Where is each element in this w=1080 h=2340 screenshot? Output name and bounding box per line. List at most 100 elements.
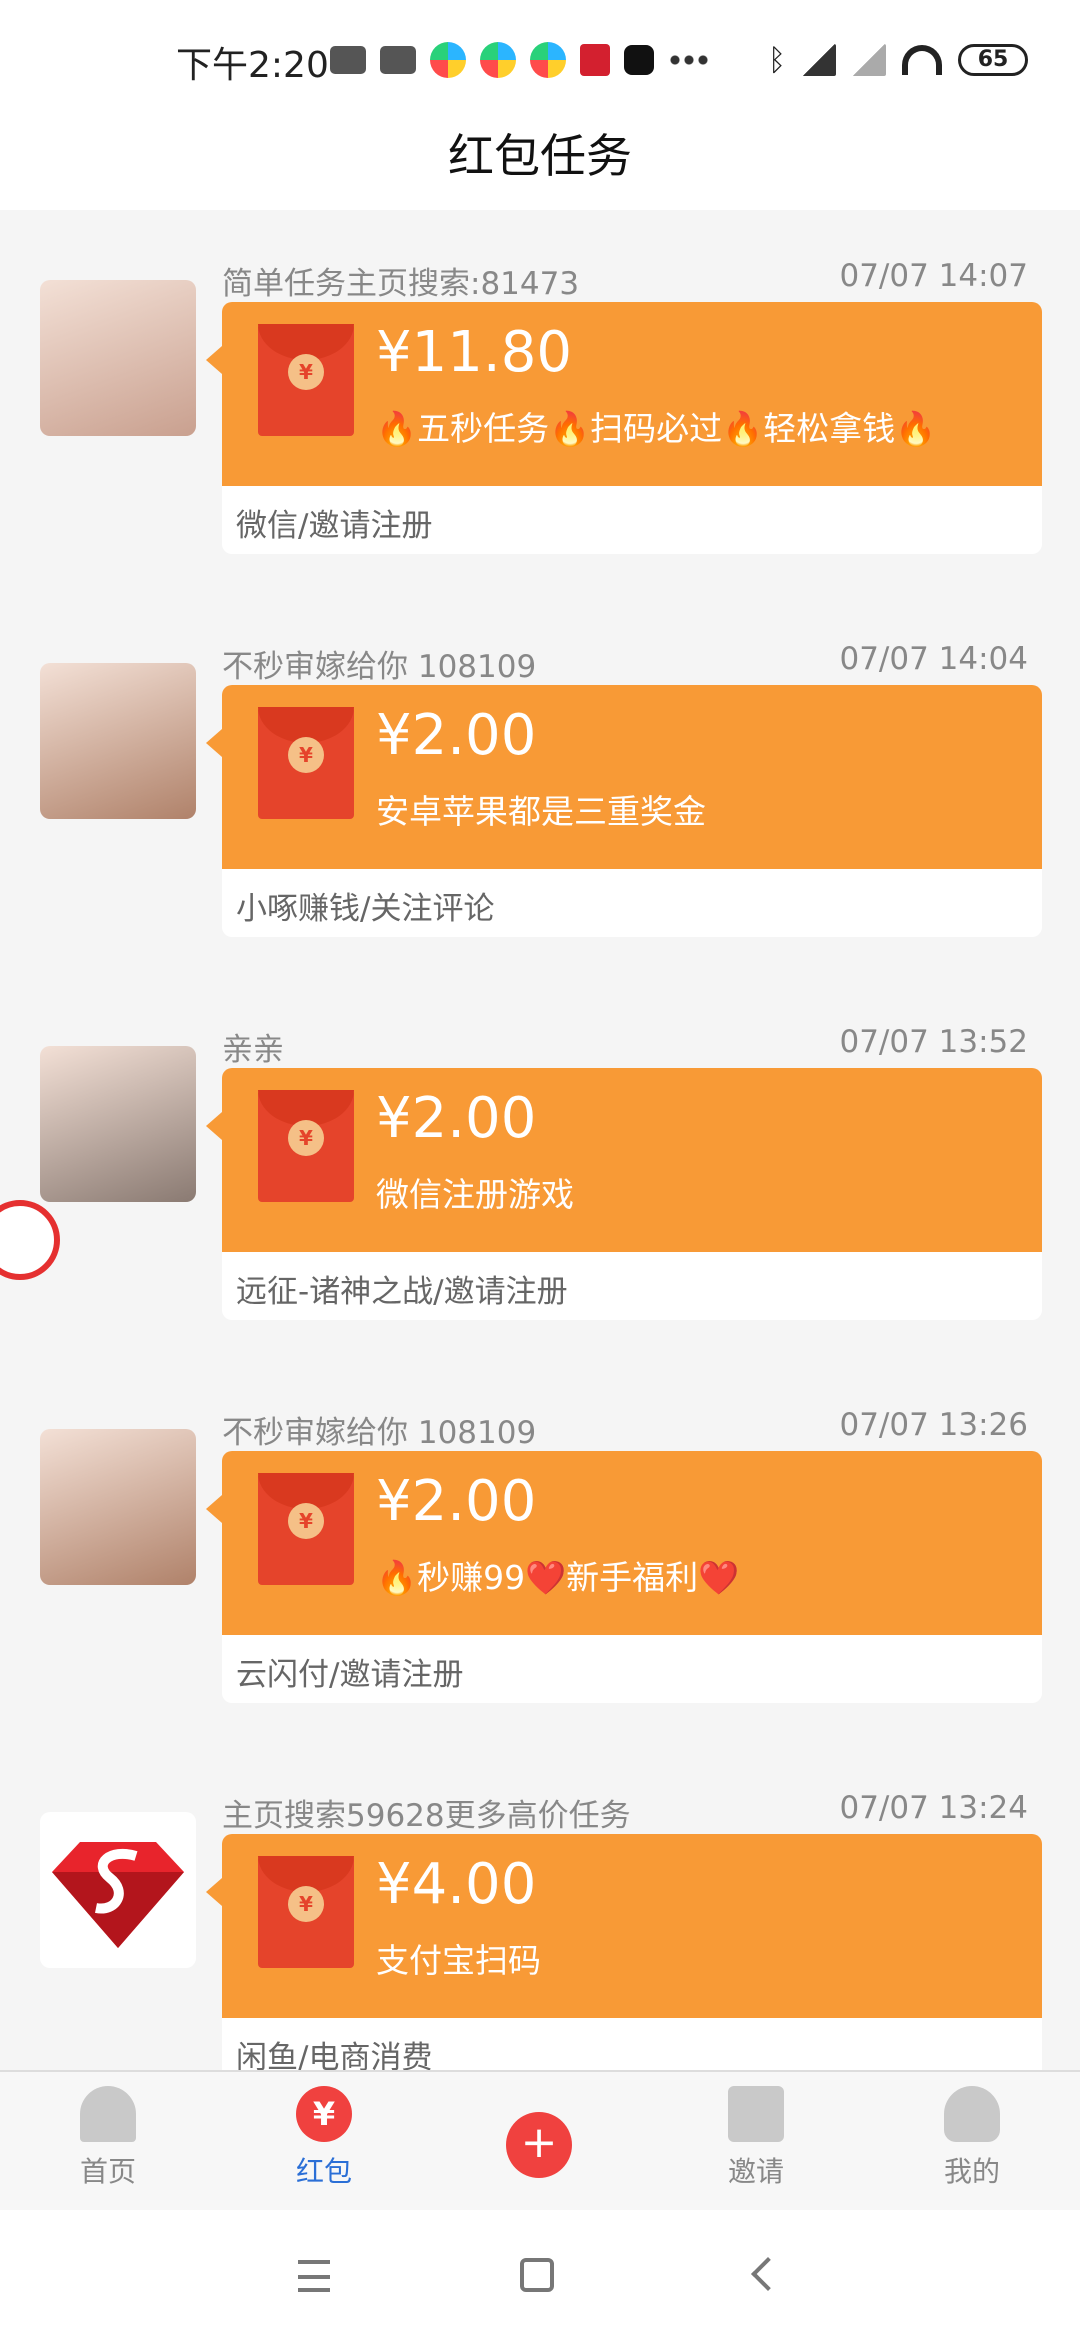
task-category: 微信/邀请注册 <box>236 508 433 544</box>
red-packet-icon: ¥ <box>296 2086 352 2142</box>
app-icon <box>480 42 516 78</box>
bubble-pointer <box>206 729 222 757</box>
app-icon <box>580 44 610 76</box>
reward-amount: ¥2.00 <box>376 1086 537 1151</box>
reward-amount: ¥2.00 <box>376 1469 537 1534</box>
signal-hd-icon <box>802 44 836 76</box>
red-packet-card[interactable]: ¥ ¥2.00 微信注册游戏 远征-诸神之战/邀请注册 <box>206 1068 1042 1320</box>
message-icon <box>380 46 416 74</box>
nav-invite-label: 邀请 <box>727 2155 784 2188</box>
ruby-logo-icon <box>52 1842 184 1948</box>
red-envelope-icon: ¥ <box>258 324 354 436</box>
task-item[interactable]: 不秒审嫁给你 108109 07/07 14:04 ¥ ¥2.00 安卓苹果都是… <box>0 593 1080 937</box>
task-feed[interactable]: 简单任务主页搜索:81473 07/07 14:07 ¥ ¥11.80 🔥五秒任… <box>0 210 1080 2070</box>
avatar-image <box>40 280 196 436</box>
system-indicators: ᛒ 65 <box>768 40 1028 80</box>
coin-icon: ¥ <box>288 1120 324 1156</box>
bubble-pointer <box>206 1495 222 1523</box>
notification-icons <box>330 40 708 80</box>
red-packet-banner: ¥ ¥11.80 🔥五秒任务🔥扫码必过🔥轻松拿钱🔥 <box>206 302 1042 486</box>
task-description: 微信注册游戏 <box>376 1175 574 1214</box>
system-nav-bar <box>0 2210 1080 2340</box>
post-time: 07/07 14:04 <box>839 641 1028 677</box>
task-item[interactable]: 简单任务主页搜索:81473 07/07 14:07 ¥ ¥11.80 🔥五秒任… <box>0 210 1080 554</box>
more-dots-icon <box>668 55 708 65</box>
coin-icon: ¥ <box>288 1886 324 1922</box>
task-description: 安卓苹果都是三重奖金 <box>376 792 706 831</box>
avatar[interactable] <box>40 1429 196 1585</box>
red-packet-card[interactable]: ¥ ¥2.00 🔥秒赚99❤️新手福利❤️ 云闪付/邀请注册 <box>206 1451 1042 1703</box>
bubble-pointer <box>206 1878 222 1906</box>
page-title: 红包任务 <box>448 129 632 183</box>
avatar[interactable] <box>40 663 196 819</box>
nav-redpacket[interactable]: ¥ 红包 <box>254 2086 394 2206</box>
post-time: 07/07 13:26 <box>839 1407 1028 1443</box>
app-icon <box>430 42 466 78</box>
red-envelope-icon: ¥ <box>258 1473 354 1585</box>
nav-invite[interactable]: 邀请 <box>686 2086 826 2206</box>
red-packet-banner: ¥ ¥2.00 安卓苹果都是三重奖金 <box>206 685 1042 869</box>
red-packet-banner: ¥ ¥4.00 支付宝扫码 <box>206 1834 1042 2018</box>
avatar-image <box>40 1046 196 1202</box>
bubble-pointer <box>206 1112 222 1140</box>
nav-home-label: 首页 <box>79 2155 136 2188</box>
publisher-name: 不秒审嫁给你 108109 <box>222 1415 537 1451</box>
publisher-name: 主页搜索59628更多高价任务 <box>222 1798 631 1834</box>
post-time: 07/07 13:52 <box>839 1024 1028 1060</box>
user-icon <box>944 2086 1000 2142</box>
home-icon <box>80 2086 136 2142</box>
avatar[interactable] <box>40 1812 196 1968</box>
menu-icon[interactable] <box>298 2260 330 2292</box>
add-task-button[interactable]: + <box>506 2112 572 2178</box>
publisher-name: 不秒审嫁给你 108109 <box>222 649 537 685</box>
reward-amount: ¥4.00 <box>376 1852 537 1917</box>
avatar-image <box>40 1429 196 1585</box>
reward-amount: ¥11.80 <box>376 320 572 385</box>
battery-icon: 65 <box>958 44 1028 76</box>
status-time: 下午2:20 <box>176 45 329 86</box>
publisher-name: 亲亲 <box>222 1032 284 1068</box>
task-description: 🔥秒赚99❤️新手福利❤️ <box>376 1558 740 1597</box>
nav-redpacket-label: 红包 <box>295 2155 352 2188</box>
bubble-pointer <box>206 346 222 374</box>
red-packet-banner: ¥ ¥2.00 🔥秒赚99❤️新手福利❤️ <box>206 1451 1042 1635</box>
red-envelope-icon: ¥ <box>258 707 354 819</box>
avatar[interactable] <box>40 1046 196 1202</box>
post-time: 07/07 13:24 <box>839 1790 1028 1826</box>
red-packet-card[interactable]: ¥ ¥4.00 支付宝扫码 闲鱼/电商消费 <box>206 1834 1042 2070</box>
task-item[interactable]: 主页搜索59628更多高价任务 07/07 13:24 ¥ ¥4.00 支付宝扫… <box>0 1742 1080 2070</box>
coin-icon: ¥ <box>288 737 324 773</box>
avatar[interactable] <box>40 280 196 436</box>
coin-icon: ¥ <box>288 354 324 390</box>
nav-mine-label: 我的 <box>943 2155 1000 2188</box>
task-category: 小啄赚钱/关注评论 <box>236 891 495 927</box>
red-packet-card[interactable]: ¥ ¥11.80 🔥五秒任务🔥扫码必过🔥轻松拿钱🔥 微信/邀请注册 <box>206 302 1042 554</box>
nav-mine[interactable]: 我的 <box>902 2086 1042 2206</box>
task-category: 远征-诸神之战/邀请注册 <box>236 1274 568 1310</box>
tiktok-icon <box>624 45 654 75</box>
app-icon <box>530 42 566 78</box>
post-time: 07/07 14:07 <box>839 258 1028 294</box>
red-packet-banner: ¥ ¥2.00 微信注册游戏 <box>206 1068 1042 1252</box>
back-icon[interactable] <box>751 2257 785 2291</box>
publisher-name: 简单任务主页搜索:81473 <box>222 266 580 302</box>
task-description: 🔥五秒任务🔥扫码必过🔥轻松拿钱🔥 <box>376 409 937 448</box>
task-item[interactable]: 亲亲 07/07 13:52 ¥ ¥2.00 微信注册游戏 远征-诸神之战/邀请… <box>0 976 1080 1320</box>
reward-amount: ¥2.00 <box>376 703 537 768</box>
red-packet-card[interactable]: ¥ ¥2.00 安卓苹果都是三重奖金 小啄赚钱/关注评论 <box>206 685 1042 937</box>
signal-icon <box>852 44 886 76</box>
task-description: 支付宝扫码 <box>376 1941 541 1980</box>
bluetooth-icon: ᛒ <box>768 42 786 78</box>
bottom-nav: 首页 ¥ 红包 + 邀请 我的 <box>0 2070 1080 2210</box>
red-envelope-icon: ¥ <box>258 1856 354 1968</box>
coin-icon: ¥ <box>288 1503 324 1539</box>
wifi-icon <box>902 45 942 75</box>
task-item[interactable]: 不秒审嫁给你 108109 07/07 13:26 ¥ ¥2.00 🔥秒赚99❤… <box>0 1359 1080 1703</box>
home-square-icon[interactable] <box>520 2258 554 2292</box>
avatar-image <box>40 663 196 819</box>
red-envelope-icon: ¥ <box>258 1090 354 1202</box>
task-category: 云闪付/邀请注册 <box>236 1657 464 1693</box>
message-icon <box>330 46 366 74</box>
nav-home[interactable]: 首页 <box>38 2086 178 2206</box>
page-header: 红包任务 <box>0 96 1080 210</box>
